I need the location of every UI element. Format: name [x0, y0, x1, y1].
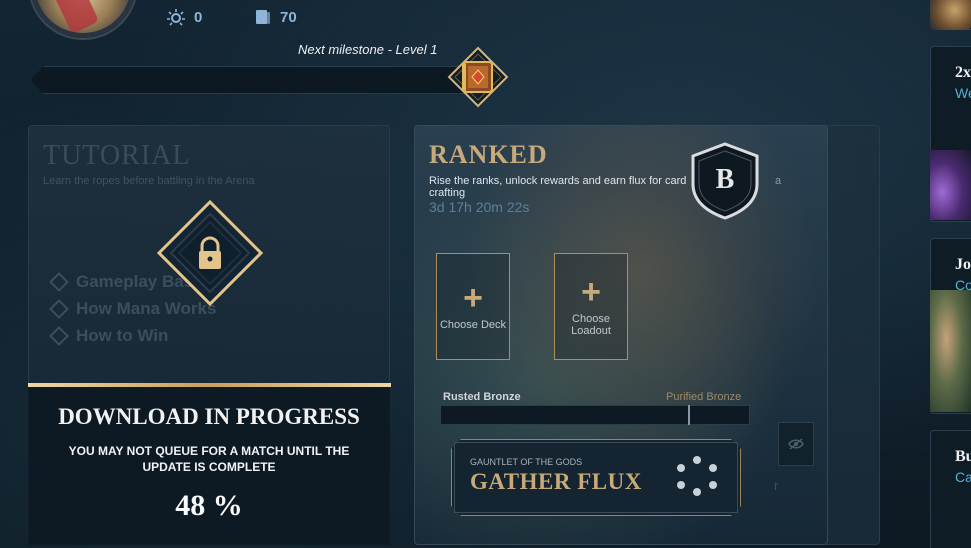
rank-points-icon [166, 8, 186, 26]
side-card-art [930, 150, 971, 220]
next-rank-label: Purified Bronze [666, 391, 742, 403]
ranked-season-timer: 3d 17h 20m 22s [429, 199, 530, 215]
plus-icon: + [581, 272, 601, 311]
tutorial-item: How to Win [49, 326, 169, 346]
ranked-description-tail: a [775, 175, 782, 187]
rank-badge-shield-icon: B [690, 142, 760, 220]
current-rank-label: Rusted Bronze [443, 391, 521, 403]
ranked-description: Rise the ranks, unlock rewards and earn … [429, 175, 687, 199]
side-card-title: 2x [955, 64, 971, 81]
tutorial-title: TUTORIAL [43, 140, 191, 171]
side-card-title: Bu [955, 448, 971, 465]
faint-text: r [774, 478, 779, 493]
rank-points-stat: 0 [166, 8, 202, 26]
hide-toggle-button[interactable] [778, 422, 814, 466]
tutorial-subtitle: Learn the ropes before battling in the A… [43, 175, 255, 187]
gather-flux-caption: GAUNTLET OF THE GODS [470, 457, 583, 467]
tutorial-item-label: How to Win [76, 326, 169, 345]
loading-spinner-icon [673, 455, 721, 497]
download-message: YOU MAY NOT QUEUE FOR A MATCH UNTIL THE … [68, 444, 350, 474]
milestone-label: Next milestone - Level 1 [298, 42, 438, 57]
rank-progress-bar [440, 405, 750, 425]
choose-deck-label: Choose Deck [439, 318, 507, 331]
rank-points-value: 0 [194, 8, 203, 26]
eye-icon [788, 438, 804, 450]
lock-icon [155, 198, 265, 308]
milestone-reward-icon[interactable] [447, 46, 509, 108]
card-collection-icon [254, 8, 272, 26]
side-card-subtitle: Co [955, 277, 971, 293]
milestone-progress-bar [30, 66, 470, 94]
diamond-bullet-icon [49, 326, 69, 346]
side-card-art [930, 0, 971, 30]
download-title: DOWNLOAD IN PROGRESS [58, 404, 360, 429]
rank-badge-letter: B [716, 164, 735, 195]
card-count-value: 70 [280, 8, 297, 26]
side-card-subtitle: Ca [955, 469, 971, 485]
choose-loadout-button[interactable]: + Choose Loadout [554, 253, 628, 360]
side-card-art [930, 290, 971, 412]
plus-icon: + [463, 278, 483, 317]
card-count-stat: 70 [254, 8, 297, 26]
side-card-title: Jo [955, 256, 971, 273]
diamond-bullet-icon [49, 272, 69, 292]
rank-progress-marker [688, 405, 690, 425]
diamond-bullet-icon [49, 299, 69, 319]
gather-flux-label: GATHER FLUX [470, 469, 642, 494]
choose-deck-button[interactable]: + Choose Deck [436, 253, 510, 360]
side-card-subtitle: We [955, 85, 971, 101]
choose-loadout-label: Choose Loadout [571, 312, 611, 337]
download-percent: 48 % [175, 489, 243, 522]
ranked-title: RANKED [429, 140, 548, 169]
